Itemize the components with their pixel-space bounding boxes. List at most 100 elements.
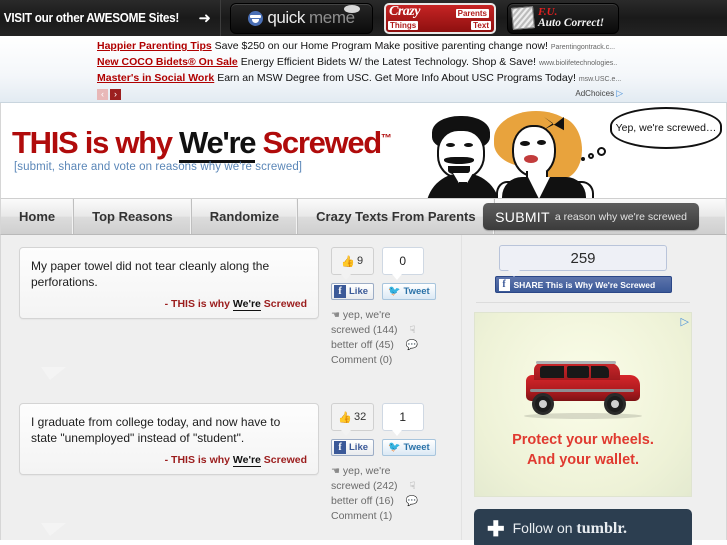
post-meta: ☚ yep, we're screwed (242) ☟ better off … [331,464,424,524]
ad-title[interactable]: Happier Parenting Tips [97,40,212,52]
sidebar: 259 f SHARE This is Why We're Screwed ▷ [461,235,708,545]
ad-description: Save $250 on our Home Program Make posit… [214,40,548,52]
thumbs-up-icon: 👍 [338,411,352,424]
thought-bubble-dot-small [581,157,585,161]
ctfp-text-label: Text [471,20,491,30]
trademark-icon: ™ [380,132,392,145]
facebook-like-count: 9 [357,255,364,267]
ad-url: www.biolifetechnologies.. [538,60,618,67]
twitter-bird-icon: 🐦 [388,286,401,297]
adchoices-icon: ▷ [616,88,623,98]
social-buttons: f Like 🐦 Tweet [331,283,436,300]
ad-prev-button[interactable]: ‹ [97,89,108,100]
auto-correct-label: Auto Correct! [537,16,605,29]
facebook-share-button[interactable]: f SHARE This is Why We're Screwed [494,276,672,293]
twitter-tweet-button[interactable]: 🐦 Tweet [382,283,436,300]
social-counters: 👍 32 1 [331,403,424,436]
ad-description: Energy Efficient Bidets W/ the Latest Te… [240,56,537,68]
comment-link[interactable]: Comment [331,510,377,522]
adchoices-icon[interactable]: ▷ [681,315,689,328]
site-link-quickmeme[interactable]: quick meme [229,2,373,34]
woman-eye-right [537,140,546,145]
post-quote-wrapper: My paper towel did not tear cleanly alon… [19,247,319,380]
ad-title[interactable]: New COCO Bidets® On Sale [97,56,238,68]
submit-button-sub-label: a reason why we're screwed [554,210,687,223]
tweet-label: Tweet [403,442,430,453]
man-moustache [444,157,474,164]
car-window-front [540,366,564,378]
main-area: My paper towel did not tear cleanly alon… [0,235,727,545]
post-attribution: - THIS is why We're Screwed [31,298,307,312]
facebook-icon: f [334,441,346,454]
ad-headline-line1: Protect your wheels. [512,432,654,448]
post-quote-bubble[interactable]: I graduate from college today, and now h… [19,403,319,476]
nav-item-top-reasons[interactable]: Top Reasons [74,199,192,234]
main-navigation: Home Top Reasons Randomize Crazy Texts F… [0,198,727,235]
man-eye-right [464,143,473,147]
ad-description: Earn an MSW Degree from USC. Get More In… [217,72,576,84]
facebook-like-button[interactable]: f Like [331,283,375,300]
other-sites-bar: VISIT our other AWESOME Sites! ➜ quick me… [0,0,727,36]
nav-item-randomize[interactable]: Randomize [192,199,299,234]
adchoices-link[interactable]: AdChoices ▷ [575,88,623,99]
car-side-strip [530,389,634,392]
posts-column: My paper towel did not tear cleanly alon… [1,235,461,540]
car-window-rear [591,366,609,378]
post-text: My paper towel did not tear cleanly alon… [31,259,270,290]
ad-url: Parentingontrack.c... [550,44,616,51]
fu-thumbnail-icon [511,6,535,30]
woman-eye-left [520,141,530,146]
logo-this: THIS [12,125,79,160]
plus-icon: ✚ [487,517,505,541]
car-roof-rail [536,361,616,364]
ad-title[interactable]: Master's in Social Work [97,72,214,84]
comment-link[interactable]: Comment [331,354,377,366]
comment-bubble-icon: 💬 [405,496,419,507]
ad-row[interactable]: Happier Parenting Tips Save $250 on our … [97,39,727,55]
ad-row[interactable]: New COCO Bidets® On Sale Energy Efficien… [97,55,727,71]
man-tie [459,182,467,198]
car-illustration [518,361,648,419]
better-off-link[interactable]: better off [331,495,372,507]
attribution-screwed: Screwed [260,298,307,311]
site-link-crazy-texts-from-parents[interactable]: Crazy Things Parents Text [383,2,496,34]
logo-is-why: is why [84,125,173,160]
follow-on-tumblr-button[interactable]: ✚ Follow on tumblr. [474,509,692,545]
adchoices-label: AdChoices [575,89,615,98]
thumbs-up-outline-icon: ☚ [331,310,340,321]
post: My paper towel did not tear cleanly alon… [19,247,461,380]
masthead: THIS is why We're Screwed™ [submit, shar… [0,103,727,198]
ctfp-parents-label: Parents [455,8,489,18]
car-wheel-rear [604,393,626,415]
ctfp-crazy-label: Crazy [388,3,420,19]
ad-next-button[interactable]: › [110,89,121,100]
comment-bubble-icon: 💬 [405,340,419,351]
twitter-tweet-button[interactable]: 🐦 Tweet [382,439,436,456]
ad-headline-line2: And your wallet. [527,452,639,469]
quote-tail [40,366,67,380]
site-link-fu-auto-correct[interactable]: F.U. Auto Correct! [506,2,619,34]
comment-count: (0) [379,354,393,366]
facebook-like-button[interactable]: f Like [331,439,375,456]
post-quote-wrapper: I graduate from college today, and now h… [19,403,319,536]
facebook-like-count-box: 👍 32 [331,403,374,436]
nav-item-crazy-texts-from-parents[interactable]: Crazy Texts From Parents [298,199,495,234]
tweet-count-box: 0 [381,247,424,280]
facebook-like-count-box: 👍 9 [331,247,374,280]
better-off-link[interactable]: better off [331,339,372,351]
better-off-count: (16) [375,495,394,507]
attribution-screwed: Screwed [260,454,307,467]
attribution-were: We're [232,298,261,312]
man-eye-left [446,143,455,147]
post-text: I graduate from college today, and now h… [31,415,281,446]
site-wrapper: THIS is why We're Screwed™ [submit, shar… [0,103,727,545]
ad-row[interactable]: Master's in Social Work Earn an MSW Degr… [97,71,727,87]
nav-item-home[interactable]: Home [1,199,75,234]
site-logo[interactable]: THIS is why We're Screwed™ [12,125,392,163]
facebook-share-count: 259 [499,245,667,277]
sidebar-advertisement[interactable]: ▷ Protect your wheels. And your wallet. [474,312,692,497]
post-quote-bubble[interactable]: My paper towel did not tear cleanly alon… [19,247,319,320]
submit-reason-button[interactable]: SUBMIT a reason why we're screwed [483,203,699,230]
quote-tail [40,522,67,536]
